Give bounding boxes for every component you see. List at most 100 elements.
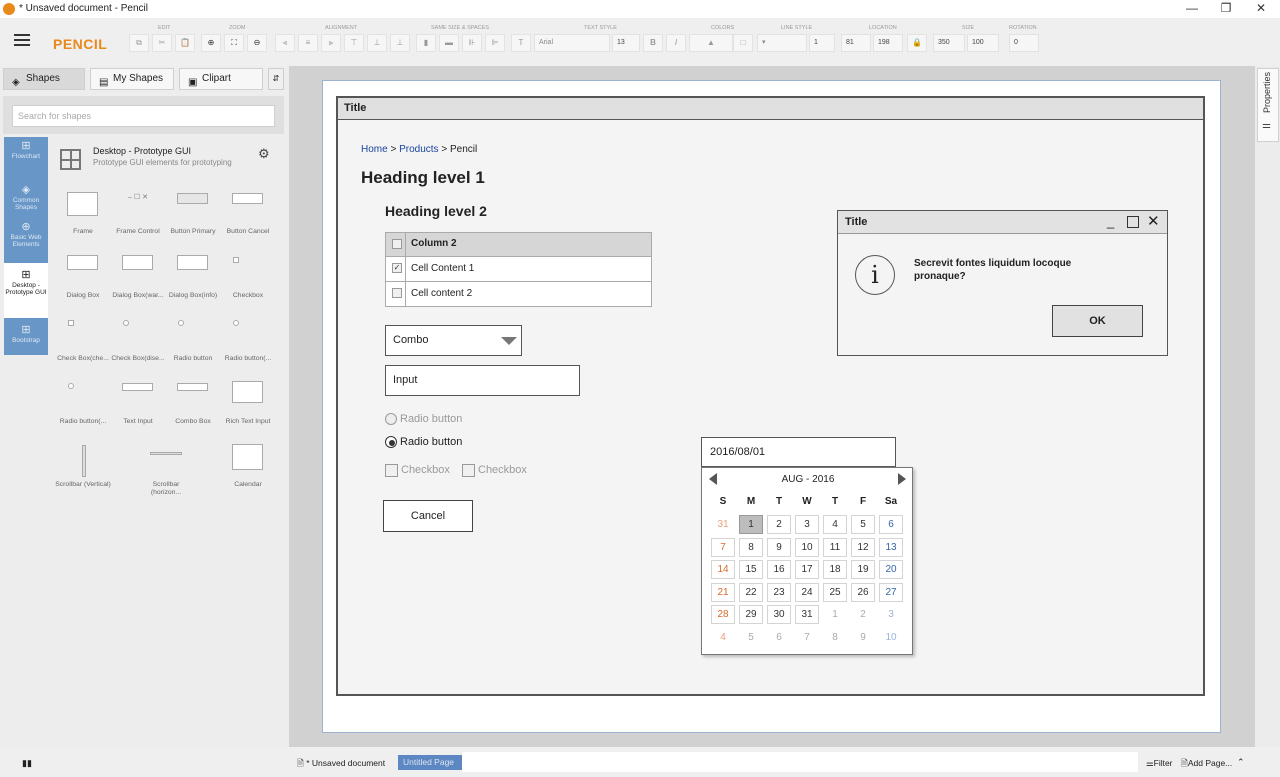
tab-my-shapes[interactable]: ▤ My Shapes [90, 68, 174, 90]
rotation-field[interactable]: 0 [1009, 34, 1039, 52]
cut-icon[interactable]: ✂ [152, 34, 172, 52]
font-family-select[interactable]: Arial [534, 34, 610, 52]
text-input[interactable]: Input [385, 365, 580, 396]
breadcrumb-home[interactable]: Home [361, 144, 388, 155]
calendar-day[interactable]: 3 [795, 515, 819, 534]
text-color-icon[interactable]: T [511, 34, 531, 52]
calendar-day[interactable]: 2 [851, 605, 875, 624]
calendar-day[interactable]: 10 [795, 537, 819, 557]
tab-shapes[interactable]: ◈ Shapes [3, 68, 85, 90]
maximize-button[interactable]: ❐ [1210, 0, 1242, 18]
calendar-day[interactable]: 1 [823, 605, 847, 624]
radio-disabled[interactable] [385, 413, 397, 425]
zoom-fit-icon[interactable]: ⛶ [224, 34, 244, 52]
calendar-day[interactable]: 6 [879, 515, 903, 534]
maximize-icon[interactable] [1127, 216, 1139, 228]
align-right-icon[interactable]: ⫸ [321, 34, 341, 52]
table-select-all-checkbox[interactable] [392, 239, 402, 249]
category-desktop-prototype[interactable]: ⊞ Desktop - Prototype GUI [4, 263, 48, 318]
calendar-day[interactable]: 9 [767, 537, 791, 557]
checkbox-disabled[interactable] [385, 464, 398, 477]
font-size-field[interactable]: 13 [612, 34, 640, 52]
search-input[interactable]: Search for shapes [12, 105, 275, 127]
pin-icon[interactable]: ⇵ [268, 68, 284, 90]
close-button[interactable]: ✕ [1245, 0, 1277, 18]
location-x-field[interactable]: 81 [841, 34, 871, 52]
checkbox-disabled[interactable] [462, 464, 475, 477]
zoom-out-icon[interactable]: ⊖ [247, 34, 267, 52]
same-width-icon[interactable]: ▮ [416, 34, 436, 52]
calendar-day[interactable]: 6 [767, 627, 791, 647]
menu-icon[interactable] [14, 34, 30, 46]
shape-thumb[interactable] [67, 192, 98, 216]
space-v-icon[interactable]: ⊫ [485, 34, 505, 52]
calendar-day[interactable]: 26 [851, 582, 875, 602]
bold-icon[interactable]: B [643, 34, 663, 52]
calendar-day[interactable]: 5 [739, 627, 763, 647]
next-month-icon[interactable] [898, 473, 906, 485]
shape-thumb[interactable] [67, 255, 98, 270]
width-field[interactable]: 350 [933, 34, 965, 52]
calendar-day[interactable]: 29 [739, 605, 763, 624]
calendar-day[interactable]: 11 [823, 537, 847, 557]
calendar-day[interactable]: 27 [879, 582, 903, 602]
chevron-up-icon[interactable]: ⌃ [1237, 757, 1245, 768]
category-common-shapes[interactable]: ◈ Common Shapes [4, 181, 48, 218]
shape-thumb[interactable] [123, 320, 129, 326]
fill-color-icon[interactable]: ▲ [689, 34, 733, 52]
calendar-day[interactable]: 21 [711, 582, 735, 602]
shape-thumb[interactable] [178, 320, 184, 326]
align-center-icon[interactable]: ≡ [298, 34, 318, 52]
shape-thumb[interactable] [177, 383, 208, 391]
row-checkbox[interactable]: ✓ [392, 263, 402, 273]
italic-icon[interactable]: I [666, 34, 686, 52]
align-top-icon[interactable]: ⊤ [344, 34, 364, 52]
calendar-day[interactable]: 30 [767, 605, 791, 624]
gear-icon[interactable]: ⚙ [258, 146, 270, 162]
shape-thumb[interactable] [68, 383, 74, 389]
calendar-day[interactable]: 20 [879, 560, 903, 579]
paste-icon[interactable]: 📋 [175, 34, 195, 52]
calendar-day[interactable]: 10 [879, 627, 903, 647]
calendar-day[interactable]: 17 [795, 560, 819, 579]
calendar-day[interactable]: 31 [711, 515, 735, 534]
calendar-day-selected[interactable]: 1 [739, 515, 763, 534]
shape-thumb[interactable] [150, 452, 182, 455]
calendar-day[interactable]: 8 [739, 537, 763, 557]
calendar-day[interactable]: 16 [767, 560, 791, 579]
cancel-button[interactable]: Cancel [383, 500, 473, 532]
location-y-field[interactable]: 198 [873, 34, 903, 52]
tab-clipart[interactable]: ▣ Clipart [179, 68, 263, 90]
minimize-icon[interactable]: _ [1107, 214, 1114, 229]
calendar-day[interactable]: 28 [711, 605, 735, 624]
close-icon[interactable]: ✕ [1147, 212, 1160, 230]
category-basic-web[interactable]: ⊕ Basic Web Elements [4, 218, 48, 263]
prev-month-icon[interactable] [709, 473, 717, 485]
calendar-day[interactable]: 18 [823, 560, 847, 579]
shape-thumb[interactable] [122, 383, 153, 391]
align-middle-icon[interactable]: ⊥ [367, 34, 387, 52]
shape-thumb[interactable] [233, 320, 239, 326]
category-flowchart[interactable]: ⊞ Flowchart [4, 137, 48, 181]
page-tab[interactable]: Untitled Page [398, 755, 462, 770]
ok-button[interactable]: OK [1052, 305, 1143, 337]
shape-thumb[interactable]: – ☐ ✕ [110, 194, 166, 202]
shape-thumb[interactable] [232, 444, 263, 470]
calendar-day[interactable]: 7 [795, 627, 819, 647]
align-left-icon[interactable]: ⫷ [275, 34, 295, 52]
calendar-day[interactable]: 2 [767, 515, 791, 534]
category-bootstrap[interactable]: ⊞ Bootstrap [4, 318, 48, 355]
filter-button[interactable]: ⚌Filter [1146, 758, 1173, 769]
calendar-day[interactable]: 13 [879, 537, 903, 557]
calendar-day[interactable]: 23 [767, 582, 791, 602]
space-h-icon[interactable]: ⊪ [462, 34, 482, 52]
zoom-in-icon[interactable]: ⊕ [201, 34, 221, 52]
calendar-day[interactable]: 12 [851, 537, 875, 557]
shape-thumb[interactable] [232, 381, 263, 403]
calendar-day[interactable]: 5 [851, 515, 875, 534]
panel-toggle-icon[interactable]: ▮▮ [22, 758, 32, 769]
shape-thumb[interactable] [177, 255, 208, 270]
shape-thumb[interactable] [233, 257, 239, 263]
shape-thumb[interactable] [122, 255, 153, 270]
same-height-icon[interactable]: ▬ [439, 34, 459, 52]
